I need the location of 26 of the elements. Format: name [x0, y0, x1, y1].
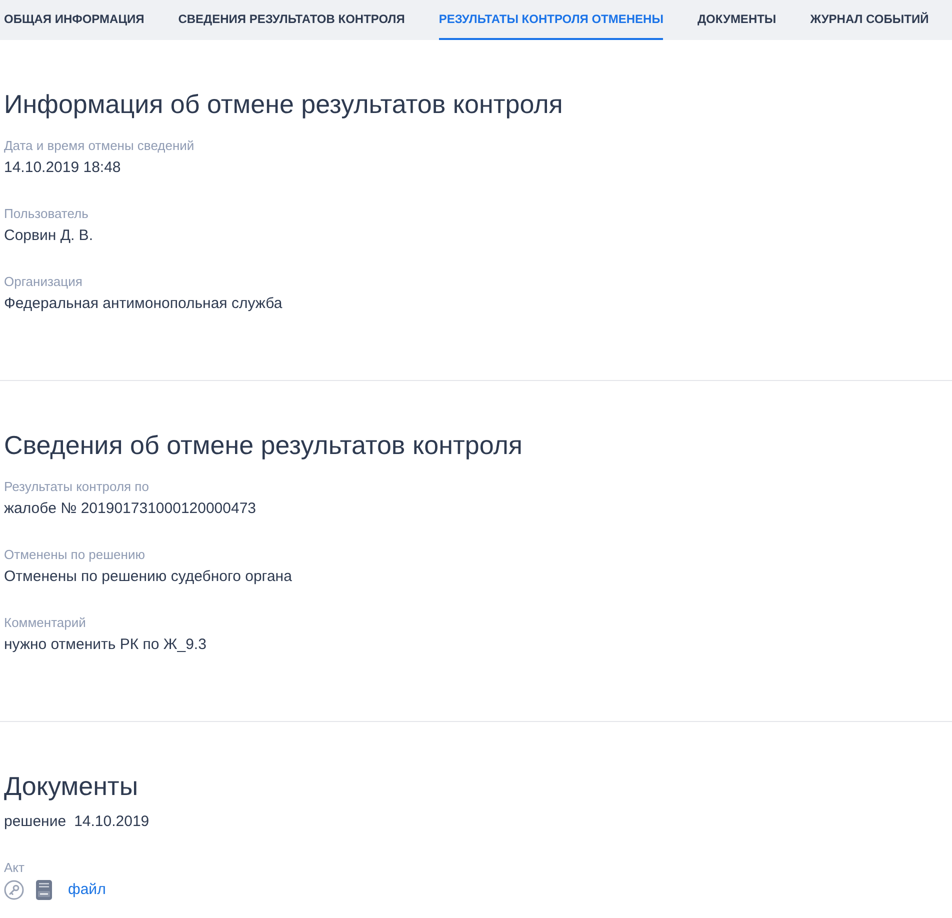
field-value: Сорвин Д. В. — [4, 226, 93, 246]
file-link[interactable]: файл — [68, 880, 106, 900]
tab[interactable]: ДОКУМЕНТЫ — [697, 0, 776, 40]
field-label: Организация — [4, 274, 82, 290]
document-icon — [36, 880, 52, 900]
key-icon[interactable] — [4, 880, 24, 900]
field-value: Отменены по решению судебного органа — [4, 567, 292, 587]
field-value: жалобе № 201901731000120000473 — [4, 499, 256, 519]
tab[interactable]: РЕЗУЛЬТАТЫ КОНТРОЛЯ ОТМЕНЕНЫ — [438, 0, 664, 40]
document-date: 14.10.2019 — [74, 812, 150, 832]
field-label: Результаты контроля по — [4, 479, 149, 495]
section-heading: Сведения об отмене результатов контроля — [4, 429, 522, 461]
field-label: Пользователь — [4, 206, 88, 222]
field-label: Комментарий — [4, 615, 86, 631]
attachment-label: Акт — [4, 860, 24, 876]
tab[interactable]: ОБЩАЯ ИНФОРМАЦИЯ — [4, 0, 144, 40]
document-type: решение — [4, 812, 66, 832]
section-heading: Документы — [4, 770, 138, 802]
field-value: Федеральная антимонопольная служба — [4, 294, 282, 314]
field-value: нужно отменить РК по Ж_9.3 — [4, 635, 206, 655]
field-label: Отменены по решению — [4, 547, 145, 563]
field-label: Дата и время отмены сведений — [4, 138, 194, 154]
field-value: 14.10.2019 18:48 — [4, 158, 121, 178]
tab[interactable]: ЖУРНАЛ СОБЫТИЙ — [810, 0, 929, 40]
section-heading: Информация об отмене результатов контроля — [4, 88, 563, 120]
tab[interactable]: СВЕДЕНИЯ РЕЗУЛЬТАТОВ КОНТРОЛЯ — [178, 0, 405, 40]
